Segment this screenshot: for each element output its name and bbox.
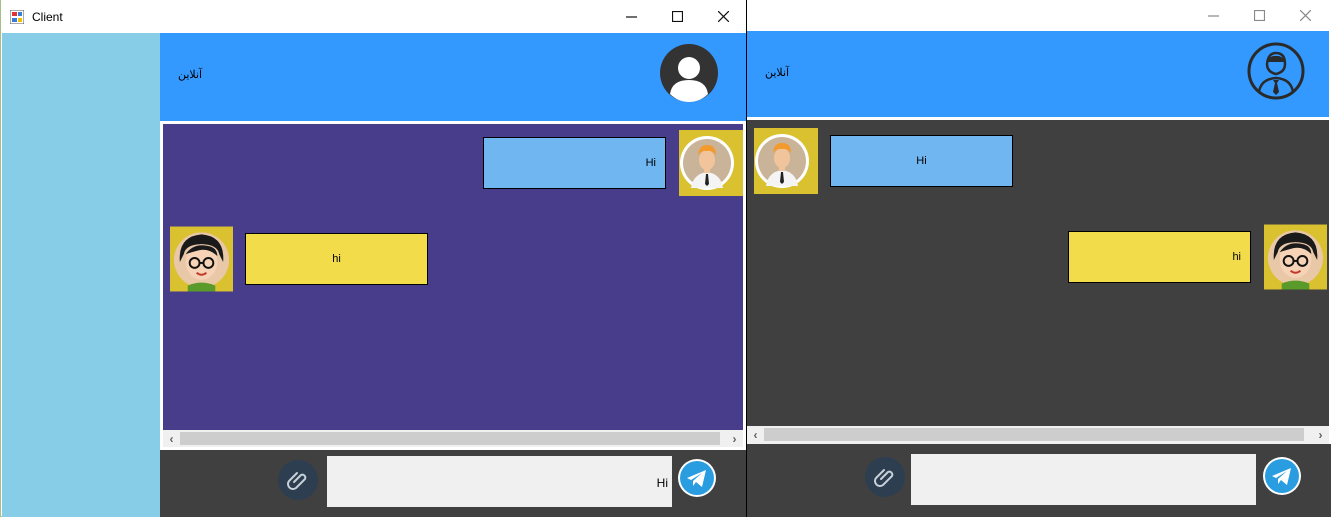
- message-text: hi: [332, 253, 341, 265]
- close-button[interactable]: [700, 0, 746, 33]
- title-bar[interactable]: Client: [1, 0, 746, 33]
- message-text: Hi: [645, 157, 656, 169]
- app-icon: [10, 10, 24, 24]
- send-button[interactable]: [1263, 457, 1301, 495]
- woman-avatar-icon: [1264, 224, 1327, 290]
- message-bubble-sent: hi: [1068, 231, 1251, 283]
- attach-button[interactable]: [865, 457, 905, 497]
- close-button[interactable]: [1282, 0, 1328, 30]
- server-window: آنلاین Hi hi ‹ ›: [747, 0, 1331, 517]
- user-avatar-icon[interactable]: [660, 44, 718, 102]
- businessman-avatar-icon[interactable]: [1247, 42, 1305, 100]
- message-input[interactable]: [327, 456, 672, 507]
- man-avatar-icon: [754, 128, 818, 194]
- man-avatar-icon: [679, 130, 743, 196]
- close-icon: [717, 11, 729, 22]
- scroll-right-icon[interactable]: ›: [1312, 426, 1329, 443]
- scroll-left-icon[interactable]: ‹: [163, 430, 180, 447]
- attach-button[interactable]: [278, 460, 318, 500]
- chat-header: [160, 33, 746, 121]
- message-text: hi: [1232, 251, 1241, 263]
- status-label: آنلاین: [178, 69, 203, 81]
- window-title: Client: [32, 10, 63, 24]
- sidebar-panel: [2, 33, 160, 517]
- horizontal-scrollbar[interactable]: ‹ ›: [747, 426, 1329, 444]
- message-text: Hi: [916, 155, 927, 167]
- minimize-button[interactable]: [1190, 0, 1236, 30]
- maximize-icon: [1253, 9, 1265, 21]
- message-bubble-sent: Hi: [483, 137, 666, 189]
- chat-area[interactable]: Hi hi: [747, 120, 1329, 426]
- woman-avatar-icon: [170, 226, 233, 292]
- horizontal-scrollbar[interactable]: ‹ ›: [163, 430, 743, 447]
- minimize-button[interactable]: [608, 0, 654, 33]
- client-window: Client آنلاین Hi hi ‹ ›: [0, 0, 746, 517]
- paperclip-icon: [874, 469, 894, 487]
- minimize-icon: [625, 16, 637, 18]
- message-bubble-received: hi: [245, 233, 428, 285]
- send-button[interactable]: [678, 459, 716, 497]
- status-label: آنلاین: [765, 67, 790, 79]
- close-icon: [1299, 9, 1311, 21]
- chat-area[interactable]: Hi hi: [163, 124, 743, 430]
- message-input[interactable]: [911, 454, 1256, 505]
- minimize-icon: [1207, 14, 1219, 17]
- scroll-left-icon[interactable]: ‹: [747, 426, 764, 443]
- input-bar: [160, 450, 746, 517]
- telegram-send-icon: [1265, 459, 1299, 493]
- telegram-send-icon: [680, 461, 714, 495]
- scrollbar-thumb[interactable]: [180, 432, 720, 445]
- scrollbar-thumb[interactable]: [764, 428, 1304, 441]
- scroll-right-icon[interactable]: ›: [726, 430, 743, 447]
- message-bubble-received: Hi: [830, 135, 1013, 187]
- chat-header: [747, 31, 1329, 117]
- maximize-button[interactable]: [654, 0, 700, 33]
- input-bar: [747, 444, 1331, 517]
- maximize-icon: [671, 11, 683, 22]
- paperclip-icon: [287, 472, 307, 490]
- maximize-button[interactable]: [1236, 0, 1282, 30]
